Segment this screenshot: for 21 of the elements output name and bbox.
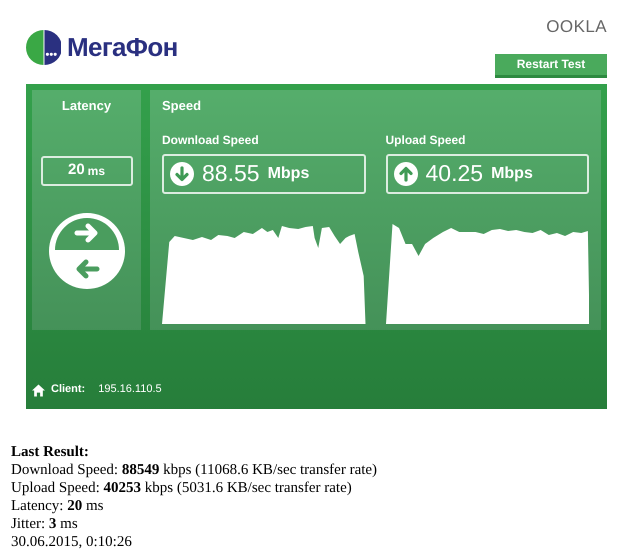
result-line: 30.06.2015, 0:10:26 (11, 533, 133, 551)
logo-icon (26, 30, 61, 65)
client-label: Client: (51, 382, 86, 396)
result-line: Download Speed: 88549 kbps (11068.6 KB/sec transfer rate) (11, 461, 378, 479)
ping-arrows-icon (48, 212, 124, 288)
result-line: Latency: 20 ms (11, 497, 104, 515)
partner-logo: OOKLA (546, 16, 607, 38)
result-line: Jitter: 3 ms (11, 515, 79, 533)
home-icon (32, 384, 45, 397)
speed-title: Speed (162, 97, 202, 115)
latency-value: 20 ms (40, 156, 132, 186)
meter-label: Upload Speed (386, 132, 467, 148)
restart-button[interactable]: Restart Test (495, 54, 607, 78)
speed-value: 40.25 Mbps (386, 154, 589, 194)
client-ip: 195.16.110.5 (98, 382, 162, 396)
result-line: Upload Speed: 40253 kbps (5031.6 KB/sec transfer rate) (11, 479, 353, 497)
speed-value: 88.55 Mbps (162, 154, 366, 194)
meter-label: Download Speed (162, 132, 260, 148)
result-title: Last Result: (11, 443, 90, 461)
latency-title: Latency (62, 97, 112, 115)
brand-wordmark: МегаФон (67, 31, 178, 64)
